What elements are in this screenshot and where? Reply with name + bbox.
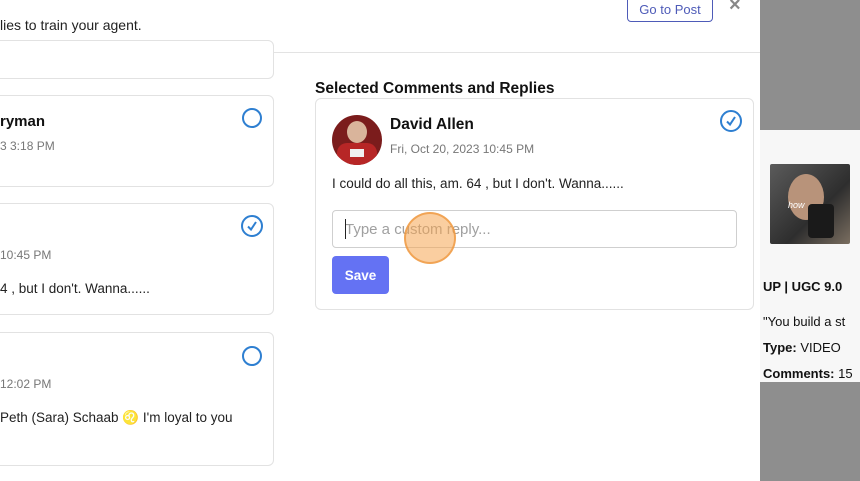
select-circle-icon[interactable] bbox=[242, 346, 262, 366]
post-type-value: VIDEO bbox=[796, 340, 841, 355]
avatar bbox=[332, 115, 382, 165]
comment-text: 4 , but I don't. Wanna...... bbox=[0, 281, 150, 296]
post-type-label: Type: bbox=[763, 340, 797, 355]
comment-date: 12:02 PM bbox=[0, 377, 52, 391]
comment-date: 3 3:18 PM bbox=[0, 139, 55, 153]
post-quote: "You build a st bbox=[763, 314, 846, 329]
thumbnail-caption: how bbox=[788, 200, 805, 210]
comment-card[interactable]: 12:02 PM Peth (Sara) Schaab ♌ I'm loyal … bbox=[0, 332, 274, 466]
click-indicator bbox=[404, 212, 456, 264]
save-button[interactable]: Save bbox=[332, 256, 389, 294]
selected-section-title: Selected Comments and Replies bbox=[315, 80, 555, 97]
go-to-post-button[interactable]: Go to Post bbox=[627, 0, 713, 22]
checked-circle-icon[interactable] bbox=[720, 110, 742, 132]
modal-subtitle: lies to train your agent. bbox=[0, 17, 142, 33]
post-comments-value: 15 bbox=[834, 366, 853, 381]
comment-card[interactable]: ryman 3 3:18 PM bbox=[0, 95, 274, 187]
comment-date: 10:45 PM bbox=[0, 248, 52, 262]
comment-card[interactable]: 10:45 PM 4 , but I don't. Wanna...... bbox=[0, 203, 274, 315]
post-title: UP | UGC 9.0 bbox=[763, 279, 843, 294]
post-comments: Comments: 15 bbox=[763, 366, 853, 381]
selected-author: David Allen bbox=[390, 116, 474, 133]
comment-text: Peth (Sara) Schaab ♌ I'm loyal to you bbox=[0, 410, 233, 425]
close-icon[interactable]: × bbox=[729, 0, 741, 17]
select-circle-icon[interactable] bbox=[242, 108, 262, 128]
selected-date: Fri, Oct 20, 2023 10:45 PM bbox=[390, 142, 535, 156]
comment-card[interactable] bbox=[0, 40, 274, 79]
text-caret bbox=[345, 219, 346, 239]
train-agent-modal: lies to train your agent. Go to Post × r… bbox=[0, 0, 760, 481]
comment-author: ryman bbox=[0, 113, 46, 130]
post-thumbnail: how bbox=[770, 164, 850, 244]
post-comments-label: Comments: bbox=[763, 366, 835, 381]
post-type: Type: VIDEO bbox=[763, 340, 841, 355]
custom-reply-input[interactable] bbox=[332, 210, 737, 248]
selected-comment-text: I could do all this, am. 64 , but I don'… bbox=[332, 176, 624, 191]
checked-circle-icon[interactable] bbox=[241, 215, 263, 237]
